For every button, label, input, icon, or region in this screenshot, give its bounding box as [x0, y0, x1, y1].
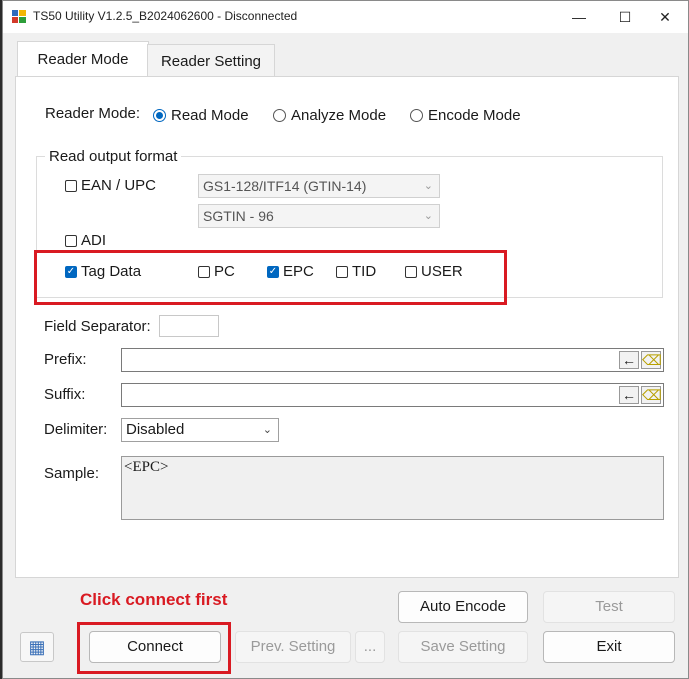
chevron-down-icon: ⌄ [262, 424, 272, 436]
app-logo-icon [12, 10, 26, 23]
sgtin-format-value: SGTIN - 96 [203, 208, 274, 224]
save-setting-button[interactable]: Save Setting [398, 631, 528, 663]
tab-reader-setting[interactable]: Reader Setting [147, 44, 275, 78]
app-window: TS50 Utility V1.2.5_B2024062600 - Discon… [2, 0, 689, 679]
ean-format-dropdown[interactable]: GS1-128/ITF14 (GTIN-14) ⌄ [198, 174, 440, 198]
backspace-icon: ← [622, 387, 636, 403]
reader-mode-label: Reader Mode: [45, 105, 141, 122]
eraser-icon: ⌫ [642, 352, 662, 368]
prefix-backspace-button[interactable]: ← [619, 351, 639, 369]
read-output-format-label: Read output format [45, 148, 182, 165]
suffix-input[interactable]: ← ⌫ [121, 383, 664, 407]
test-button[interactable]: Test [543, 591, 675, 623]
sample-label: Sample: [44, 465, 100, 482]
app-icon: ▦ [28, 637, 46, 657]
sample-output-box: <EPC> [121, 456, 664, 520]
prefix-label: Prefix: [44, 351, 87, 368]
read-mode-radio[interactable] [153, 109, 166, 122]
suffix-backspace-button[interactable]: ← [619, 386, 639, 404]
encode-mode-radio[interactable] [410, 109, 423, 122]
chevron-down-icon: ⌄ [423, 180, 433, 192]
analyze-mode-label: Analyze Mode [291, 107, 387, 124]
tag-data-highlight [34, 250, 507, 305]
suffix-label: Suffix: [44, 386, 86, 403]
ean-format-value: GS1-128/ITF14 (GTIN-14) [203, 178, 367, 194]
title-bar: TS50 Utility V1.2.5_B2024062600 - Discon… [3, 1, 688, 33]
prefix-input[interactable]: ← ⌫ [121, 348, 664, 372]
connect-button-highlight [77, 622, 231, 674]
exit-button[interactable]: Exit [543, 631, 675, 663]
encode-mode-label: Encode Mode [428, 107, 521, 124]
prev-setting-button[interactable]: Prev. Setting [235, 631, 351, 663]
delimiter-value: Disabled [126, 421, 185, 438]
field-separator-label: Field Separator: [44, 318, 151, 335]
adi-checkbox[interactable] [65, 235, 77, 247]
suffix-clear-button[interactable]: ⌫ [641, 386, 662, 404]
close-button[interactable]: ✕ [642, 1, 688, 33]
sgtin-format-dropdown[interactable]: SGTIN - 96 ⌄ [198, 204, 440, 228]
tab-reader-mode[interactable]: Reader Mode [17, 41, 149, 78]
reader-mode-panel: Reader Mode: Read Mode Analyze Mode Enco… [15, 76, 679, 578]
analyze-mode-radio[interactable] [273, 109, 286, 122]
field-separator-input[interactable] [159, 315, 219, 337]
chevron-down-icon: ⌄ [423, 210, 433, 222]
prefix-clear-button[interactable]: ⌫ [641, 351, 662, 369]
app-settings-icon[interactable]: ▦ [20, 632, 54, 662]
delimiter-label: Delimiter: [44, 421, 108, 438]
auto-encode-button[interactable]: Auto Encode [398, 591, 528, 623]
ean-upc-checkbox[interactable] [65, 180, 77, 192]
minimize-button[interactable]: — [556, 1, 602, 33]
backspace-icon: ← [622, 352, 636, 368]
window-title: TS50 Utility V1.2.5_B2024062600 - Discon… [33, 9, 298, 23]
delimiter-dropdown[interactable]: Disabled ⌄ [121, 418, 279, 442]
ean-upc-label: EAN / UPC [81, 177, 157, 194]
read-mode-label: Read Mode [171, 107, 249, 124]
sample-value: <EPC> [124, 459, 169, 475]
adi-label: ADI [81, 232, 107, 249]
ellipsis-button[interactable]: ... [355, 631, 385, 663]
connect-hint-annotation: Click connect first [80, 590, 228, 609]
eraser-icon: ⌫ [642, 387, 662, 403]
